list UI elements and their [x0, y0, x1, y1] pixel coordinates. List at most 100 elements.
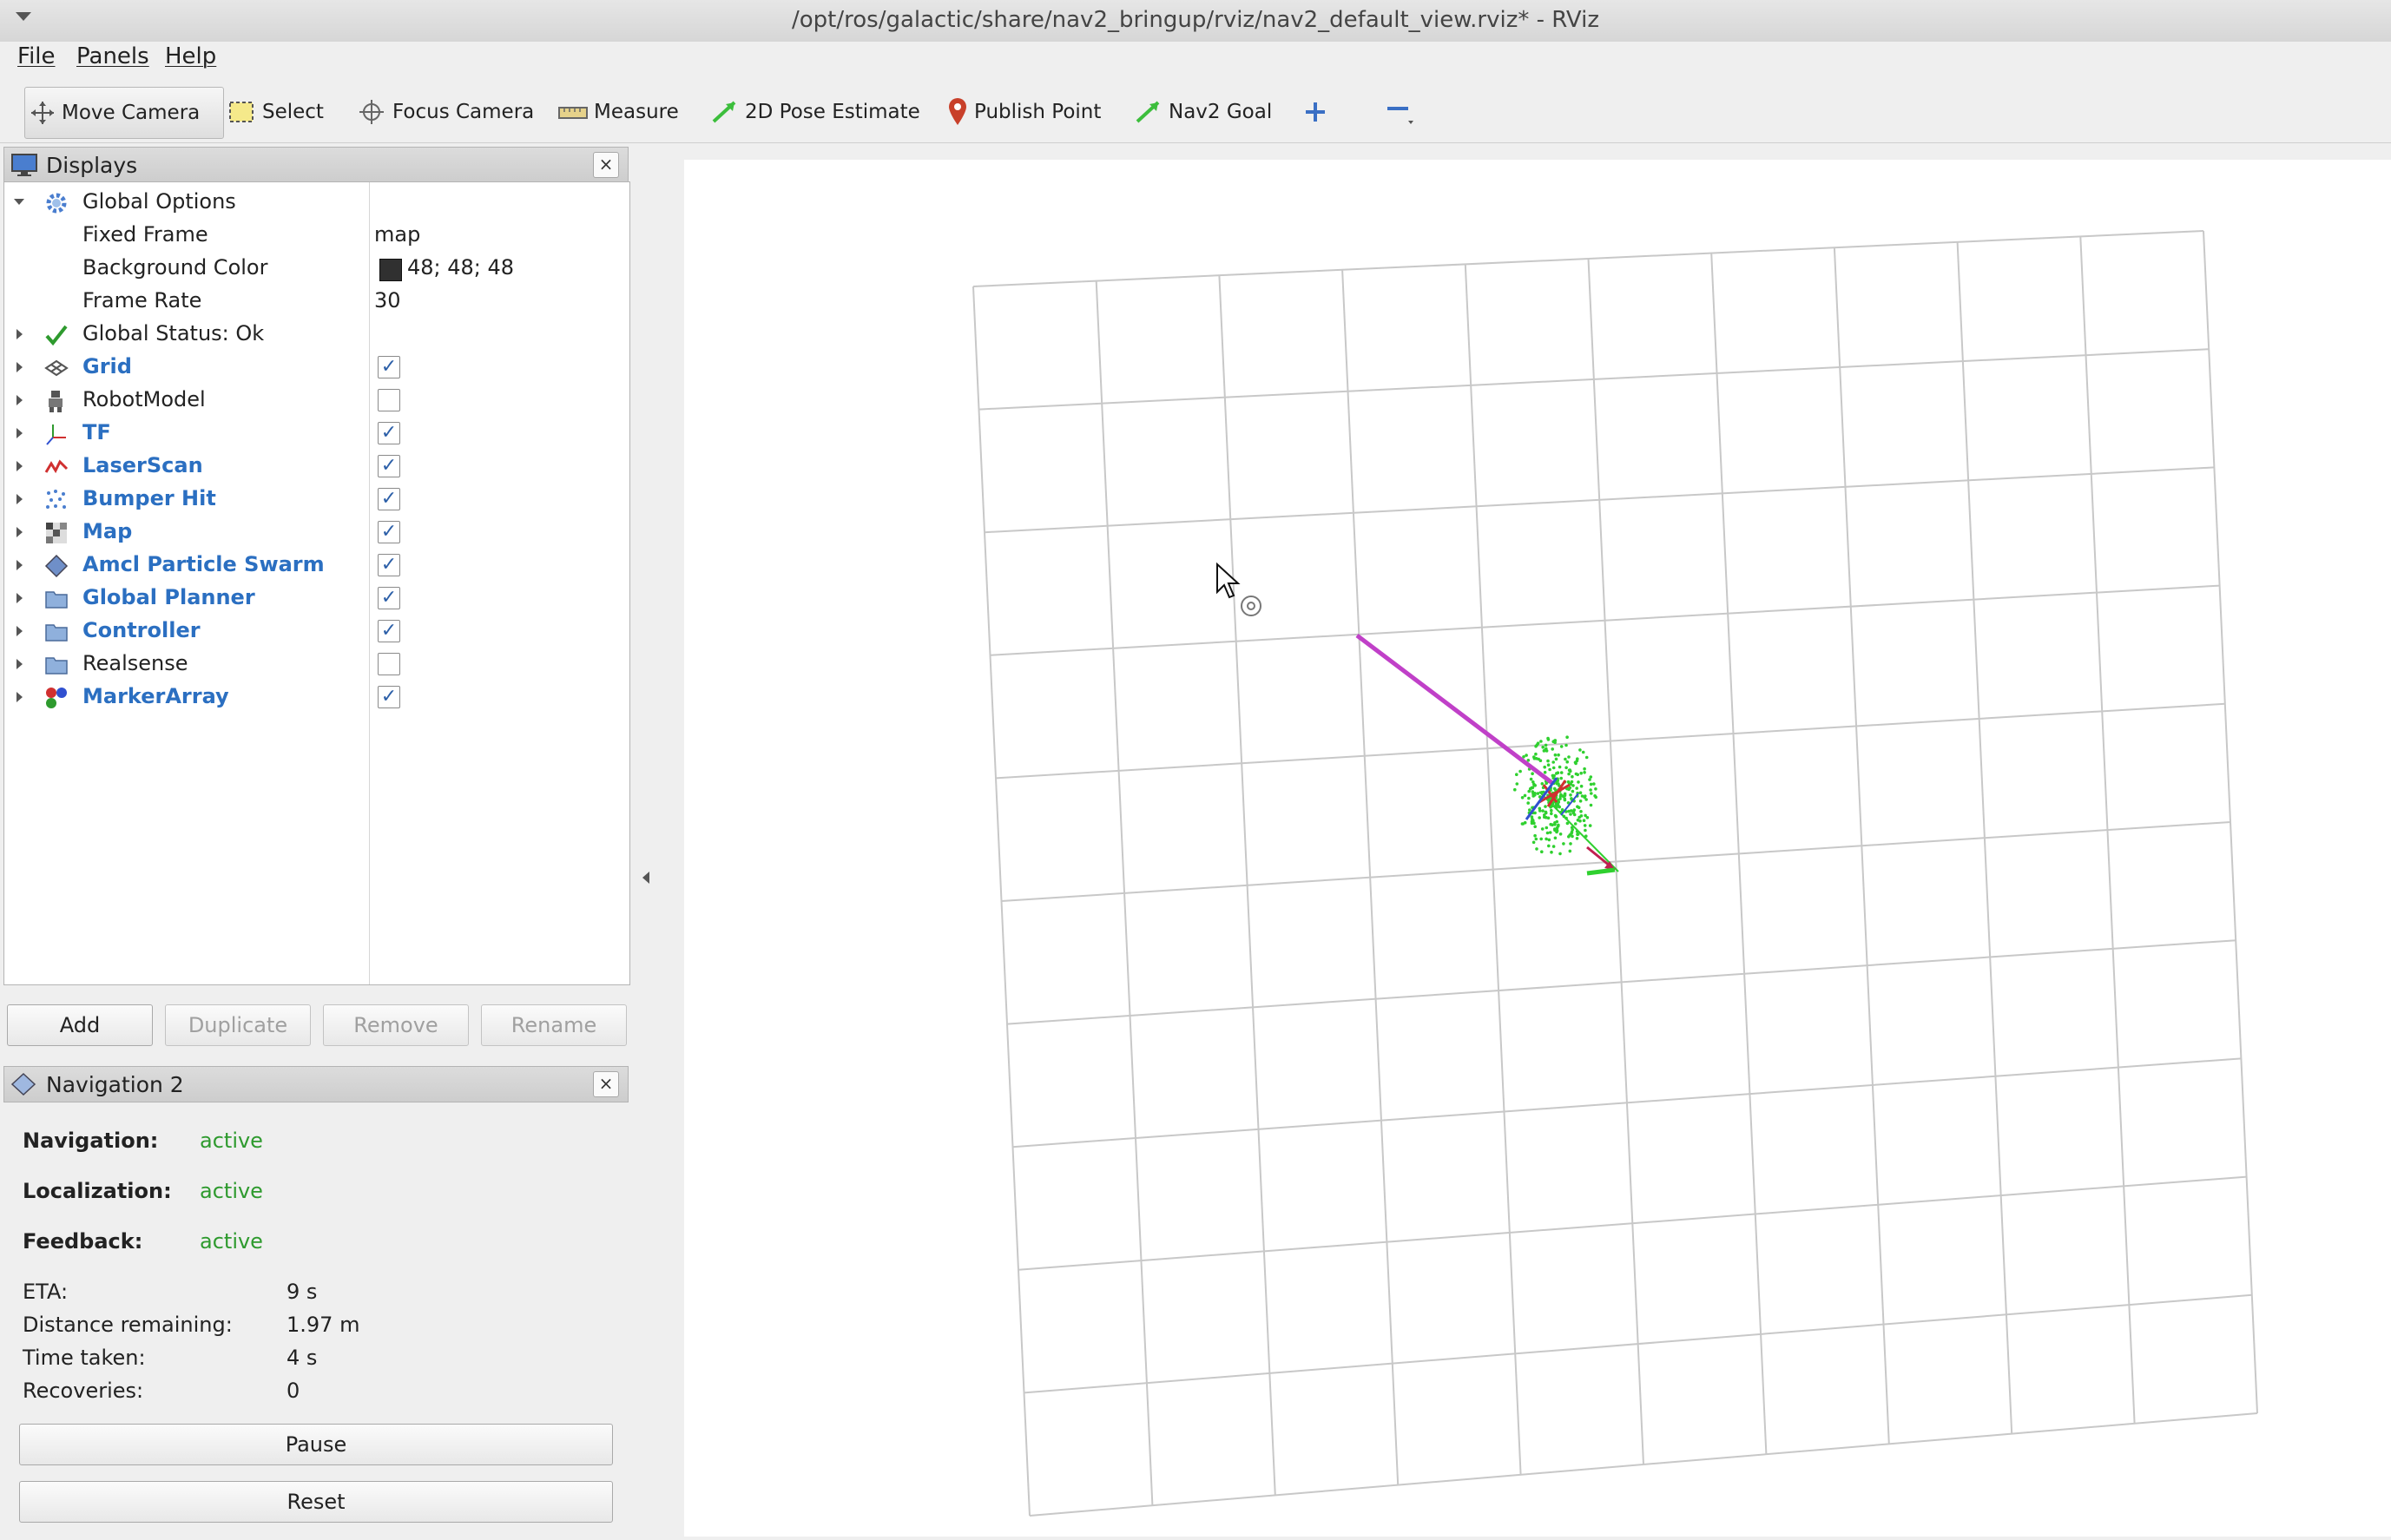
- tree-row-controller[interactable]: Controller ✓: [4, 615, 629, 648]
- focus-camera-button[interactable]: Focus Camera: [356, 87, 534, 137]
- particle: [1545, 826, 1549, 830]
- particle: [1534, 837, 1538, 841]
- particle: [1567, 809, 1571, 813]
- background-color-value[interactable]: 48; 48; 48: [407, 255, 514, 280]
- nav2-goal-button[interactable]: Nav2 Goal: [1134, 87, 1272, 137]
- particle: [1571, 774, 1574, 779]
- tree-row-map[interactable]: Map ✓: [4, 516, 629, 549]
- robotmodel-label: RobotModel: [82, 387, 206, 411]
- folder-icon: [45, 657, 68, 675]
- expand-arrow-icon[interactable]: [16, 527, 23, 537]
- particle: [1535, 847, 1538, 851]
- particle: [1589, 788, 1592, 792]
- menu-panels[interactable]: Panels: [76, 43, 149, 69]
- displays-panel-title: Displays: [46, 152, 138, 178]
- particle: [1531, 840, 1536, 845]
- menu-file[interactable]: File: [17, 43, 56, 69]
- add-button[interactable]: Add: [7, 1004, 153, 1046]
- displays-close-button[interactable]: ×: [593, 152, 619, 178]
- particle: [1579, 810, 1583, 813]
- reset-button[interactable]: Reset: [19, 1481, 613, 1523]
- collapse-arrow-icon[interactable]: [14, 199, 24, 205]
- bumper-hit-checkbox[interactable]: ✓: [378, 488, 400, 510]
- realsense-checkbox[interactable]: [378, 653, 400, 675]
- frame-rate-value[interactable]: 30: [374, 288, 401, 313]
- measure-button[interactable]: Measure: [557, 87, 679, 137]
- tree-row-global-planner[interactable]: Global Planner ✓: [4, 582, 629, 615]
- expand-arrow-icon[interactable]: [16, 560, 23, 570]
- collapse-panel-handle[interactable]: [634, 859, 658, 894]
- pause-button[interactable]: Pause: [19, 1424, 613, 1465]
- expand-arrow-icon[interactable]: [16, 329, 23, 339]
- particle: [1553, 753, 1558, 757]
- tf-checkbox[interactable]: ✓: [378, 422, 400, 444]
- tree-row-fixed-frame[interactable]: Fixed Frame map: [4, 219, 629, 252]
- rename-button[interactable]: Rename: [481, 1004, 627, 1046]
- particle: [1584, 794, 1587, 798]
- tree-row-global-options[interactable]: Global Options: [4, 186, 629, 219]
- tree-row-tf[interactable]: TF ✓: [4, 417, 629, 450]
- grid-checkbox[interactable]: ✓: [378, 356, 400, 378]
- move-camera-button[interactable]: Move Camera: [24, 87, 224, 139]
- expand-arrow-icon[interactable]: [16, 395, 23, 405]
- expand-arrow-icon[interactable]: [16, 692, 23, 702]
- global-options-label: Global Options: [82, 189, 236, 214]
- particle: [1540, 827, 1545, 831]
- menu-help[interactable]: Help: [165, 43, 216, 69]
- expand-arrow-icon[interactable]: [16, 428, 23, 438]
- tree-row-robotmodel[interactable]: RobotModel: [4, 384, 629, 417]
- tree-row-global-status[interactable]: Global Status: Ok: [4, 318, 629, 351]
- global-planner-checkbox[interactable]: ✓: [378, 587, 400, 609]
- pose-estimate-label: 2D Pose Estimate: [745, 101, 920, 123]
- eta-label: ETA:: [23, 1280, 69, 1304]
- 2d-pose-estimate-button[interactable]: 2D Pose Estimate: [710, 87, 920, 137]
- checkmark-icon: [45, 325, 68, 346]
- duplicate-button[interactable]: Duplicate: [165, 1004, 311, 1046]
- tree-row-background-color[interactable]: Background Color 48; 48; 48: [4, 252, 629, 285]
- laserscan-checkbox[interactable]: ✓: [378, 455, 400, 477]
- navigation-close-button[interactable]: ×: [593, 1071, 619, 1097]
- particle: [1555, 772, 1558, 775]
- particle: [1548, 767, 1551, 772]
- particle: [1544, 811, 1548, 815]
- tree-row-bumper-hit[interactable]: Bumper Hit ✓: [4, 483, 629, 516]
- tree-row-amcl-particle-swarm[interactable]: Amcl Particle Swarm ✓: [4, 549, 629, 582]
- grid-icon: [44, 359, 69, 377]
- particle: [1583, 771, 1586, 774]
- title-bar[interactable]: /opt/ros/galactic/share/nav2_bringup/rvi…: [0, 0, 2391, 43]
- amcl-particle-swarm-checkbox[interactable]: ✓: [378, 554, 400, 576]
- particle: [1571, 834, 1574, 839]
- controller-checkbox[interactable]: ✓: [378, 620, 400, 642]
- background-color-swatch[interactable]: [379, 259, 402, 281]
- particle: [1531, 790, 1535, 793]
- robotmodel-checkbox[interactable]: [378, 389, 400, 411]
- expand-arrow-icon[interactable]: [16, 494, 23, 504]
- tree-row-laserscan[interactable]: LaserScan ✓: [4, 450, 629, 483]
- controller-label: Controller: [82, 618, 201, 642]
- 3d-viewport[interactable]: [684, 160, 2391, 1537]
- menu-bar: [0, 42, 2391, 81]
- publish-point-button[interactable]: Publish Point: [946, 87, 1101, 137]
- expand-arrow-icon[interactable]: [16, 362, 23, 372]
- remove-button[interactable]: Remove: [323, 1004, 469, 1046]
- expand-arrow-icon[interactable]: [16, 593, 23, 603]
- remove-tool-button[interactable]: [1384, 87, 1424, 137]
- expand-arrow-icon[interactable]: [16, 659, 23, 669]
- expand-arrow-icon[interactable]: [16, 461, 23, 471]
- select-button[interactable]: Select: [227, 87, 324, 137]
- measure-icon: [558, 107, 588, 119]
- tree-row-grid[interactable]: Grid ✓: [4, 351, 629, 384]
- tree-row-realsense[interactable]: Realsense: [4, 648, 629, 681]
- tree-row-markerarray[interactable]: MarkerArray ✓: [4, 681, 629, 714]
- particle: [1533, 793, 1537, 797]
- expand-arrow-icon[interactable]: [16, 626, 23, 636]
- map-checkbox[interactable]: ✓: [378, 521, 400, 543]
- fixed-frame-value[interactable]: map: [374, 222, 420, 247]
- grid-line-horizontal: [1024, 1293, 2252, 1394]
- grid-line-vertical: [2203, 230, 2258, 1414]
- displays-tree[interactable]: Global Options Fixed Frame map Backgroun…: [3, 181, 630, 985]
- markerarray-checkbox[interactable]: ✓: [378, 686, 400, 708]
- tree-row-frame-rate[interactable]: Frame Rate 30: [4, 285, 629, 318]
- add-tool-button[interactable]: [1302, 87, 1334, 137]
- recoveries-label: Recoveries:: [23, 1379, 144, 1403]
